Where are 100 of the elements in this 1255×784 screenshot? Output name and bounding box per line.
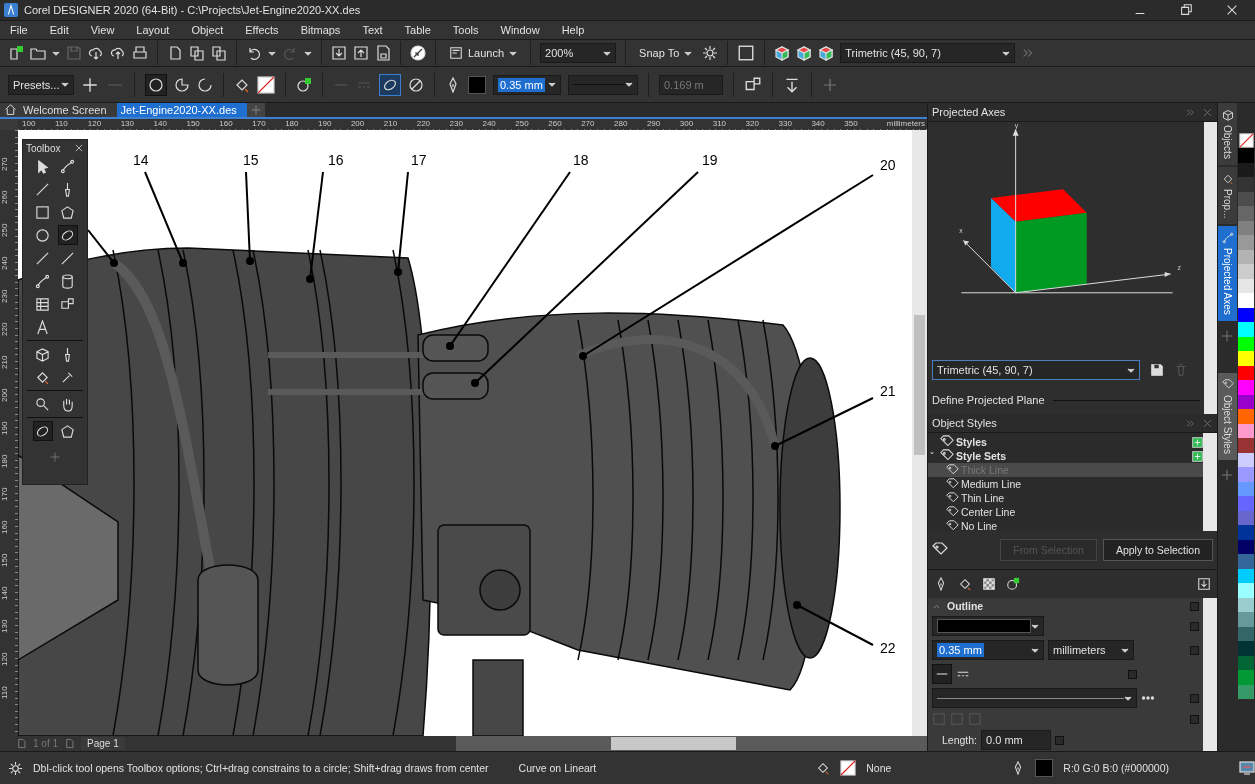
ruler-label: 110 <box>0 685 10 699</box>
section-title: Outline <box>947 600 984 612</box>
ruler-label: 240 <box>482 118 497 128</box>
toolbox-title: Toolbox <box>26 142 61 154</box>
ruler-label: 350 <box>844 118 859 128</box>
ruler-label: 180 <box>285 118 300 128</box>
panel-title: Projected Axes <box>932 106 1006 118</box>
style-item[interactable]: Center Line <box>928 505 1203 519</box>
menu-item[interactable]: Layout <box>126 24 182 36</box>
document-tab[interactable]: Jet-Engine2020-XX.des <box>116 103 247 117</box>
callout-number: 17 <box>411 152 427 168</box>
ruler-label: 130 <box>120 118 136 128</box>
ruler-label: 150 <box>186 118 201 128</box>
docker-tab[interactable]: Projected Axes <box>1218 226 1237 322</box>
menu-item[interactable]: Bitmaps <box>290 24 353 36</box>
ruler-label: 320 <box>745 118 760 128</box>
ruler-label: 270 <box>0 156 10 171</box>
docker-tab[interactable]: Objects <box>1218 103 1237 165</box>
callout-number: 20 <box>880 157 896 173</box>
units-dropdown[interactable]: millimeters <box>1048 640 1134 660</box>
callout-number: 22 <box>880 640 896 656</box>
ruler-label: 120 <box>0 651 10 666</box>
status-hint: Dbl-click tool opens Toolbox options; Ctrl+drag constrains to a circle; Shift+drag draws from center <box>33 762 489 774</box>
callout-number: 19 <box>702 152 718 168</box>
length-field[interactable]: 0.0 mm <box>981 730 1052 750</box>
tree-item[interactable]: Styles <box>956 436 987 448</box>
outline-width-field[interactable]: 0.35 mm <box>932 640 1044 660</box>
zoom-dropdown[interactable]: 200% <box>540 43 617 63</box>
ruler-label: 200 <box>350 118 366 128</box>
ruler-label: 170 <box>0 486 10 501</box>
projection-dropdown[interactable]: Trimetric (45, 90, 7) <box>840 43 1016 63</box>
ruler-unit: millimeters <box>886 118 926 128</box>
callout-number: 16 <box>328 152 344 168</box>
ruler-label: 150 <box>0 552 10 567</box>
ruler-label: 240 <box>0 255 10 270</box>
projection-dropdown[interactable]: Trimetric (45, 90, 7) <box>932 360 1140 380</box>
style-button[interactable]: Apply to Selection <box>1102 539 1213 561</box>
callout-number: 15 <box>243 152 259 168</box>
ruler-label: 120 <box>87 118 103 128</box>
ruler-label: 170 <box>252 118 267 128</box>
ruler-label: 250 <box>515 118 530 128</box>
menu-item[interactable]: Effects <box>235 24 291 36</box>
menu-item[interactable]: Text <box>352 24 395 36</box>
menu-item[interactable]: View <box>80 24 127 36</box>
ruler-label: 140 <box>0 585 10 600</box>
ruler-label: 250 <box>0 222 10 237</box>
style-item[interactable]: Medium Line <box>928 477 1203 491</box>
callout-number: 21 <box>880 383 896 399</box>
ruler-label: 290 <box>646 118 662 128</box>
ruler-label: 230 <box>0 288 10 303</box>
style-item[interactable]: Thin Line <box>928 491 1203 505</box>
ruler-label: 220 <box>416 118 432 128</box>
ruler-label: 260 <box>548 118 563 128</box>
ruler-label: 200 <box>0 387 10 402</box>
ruler-label: 160 <box>0 519 10 534</box>
docker-tab[interactable]: Prop... <box>1218 166 1237 225</box>
ruler-label: 280 <box>614 118 629 128</box>
ruler-label: 210 <box>383 118 399 128</box>
launch-button[interactable]: Launch <box>445 44 522 62</box>
ruler-label: 190 <box>318 118 333 128</box>
ruler-label: 270 <box>581 118 596 128</box>
ruler-label: 300 <box>679 118 695 128</box>
section-label: Define Projected Plane <box>932 394 1045 406</box>
menu-item[interactable]: Window <box>490 24 552 36</box>
callout-number: 14 <box>133 152 149 168</box>
presets-dropdown[interactable]: Presets... <box>8 74 74 95</box>
ruler-label: 140 <box>153 118 168 128</box>
ruler-label: 160 <box>219 118 234 128</box>
document-tab[interactable]: Welcome Screen <box>0 103 117 117</box>
ruler-label: 260 <box>0 189 10 204</box>
panel-title: Object Styles <box>932 417 997 429</box>
style-item[interactable]: No Line <box>928 519 1203 533</box>
page-tab[interactable]: Page 1 <box>81 737 125 750</box>
ruler-label: 310 <box>712 118 728 128</box>
ruler-label: 110 <box>54 118 69 128</box>
menu-item[interactable]: Object <box>181 24 236 36</box>
ruler-label: 180 <box>0 453 10 468</box>
menu-item[interactable]: Table <box>394 24 443 36</box>
ruler-label: 130 <box>0 618 10 633</box>
window-title: Corel DESIGNER 2020 (64-Bit) - C:\Projects\Jet-Engine2020-XX.des <box>24 4 362 16</box>
snap-to-button[interactable]: Snap To <box>635 45 697 61</box>
ruler-label: 340 <box>811 118 826 128</box>
object-info: Curve on Lineart <box>518 762 598 774</box>
page-count: 1 of 1 <box>33 738 59 749</box>
tree-item[interactable]: Style Sets <box>956 450 1007 462</box>
ruler-label: 330 <box>778 118 793 128</box>
ruler-label: 230 <box>449 118 464 128</box>
ruler-label: 190 <box>0 420 10 435</box>
menu-item[interactable]: Tools <box>442 24 491 36</box>
field-label: Length: <box>942 734 978 746</box>
docker-tab[interactable]: Object Styles <box>1218 373 1237 460</box>
outline-width-field[interactable]: 0.35 mm <box>493 74 561 95</box>
menu-item[interactable]: File <box>0 24 40 36</box>
ruler-label: 100 <box>22 118 37 128</box>
callout-number: 18 <box>573 152 589 168</box>
ruler-label: 220 <box>0 321 10 336</box>
menu-item[interactable]: Help <box>551 24 597 36</box>
fill-status: None <box>866 762 892 774</box>
ruler-label: 210 <box>0 354 10 369</box>
menu-item[interactable]: Edit <box>39 24 81 36</box>
